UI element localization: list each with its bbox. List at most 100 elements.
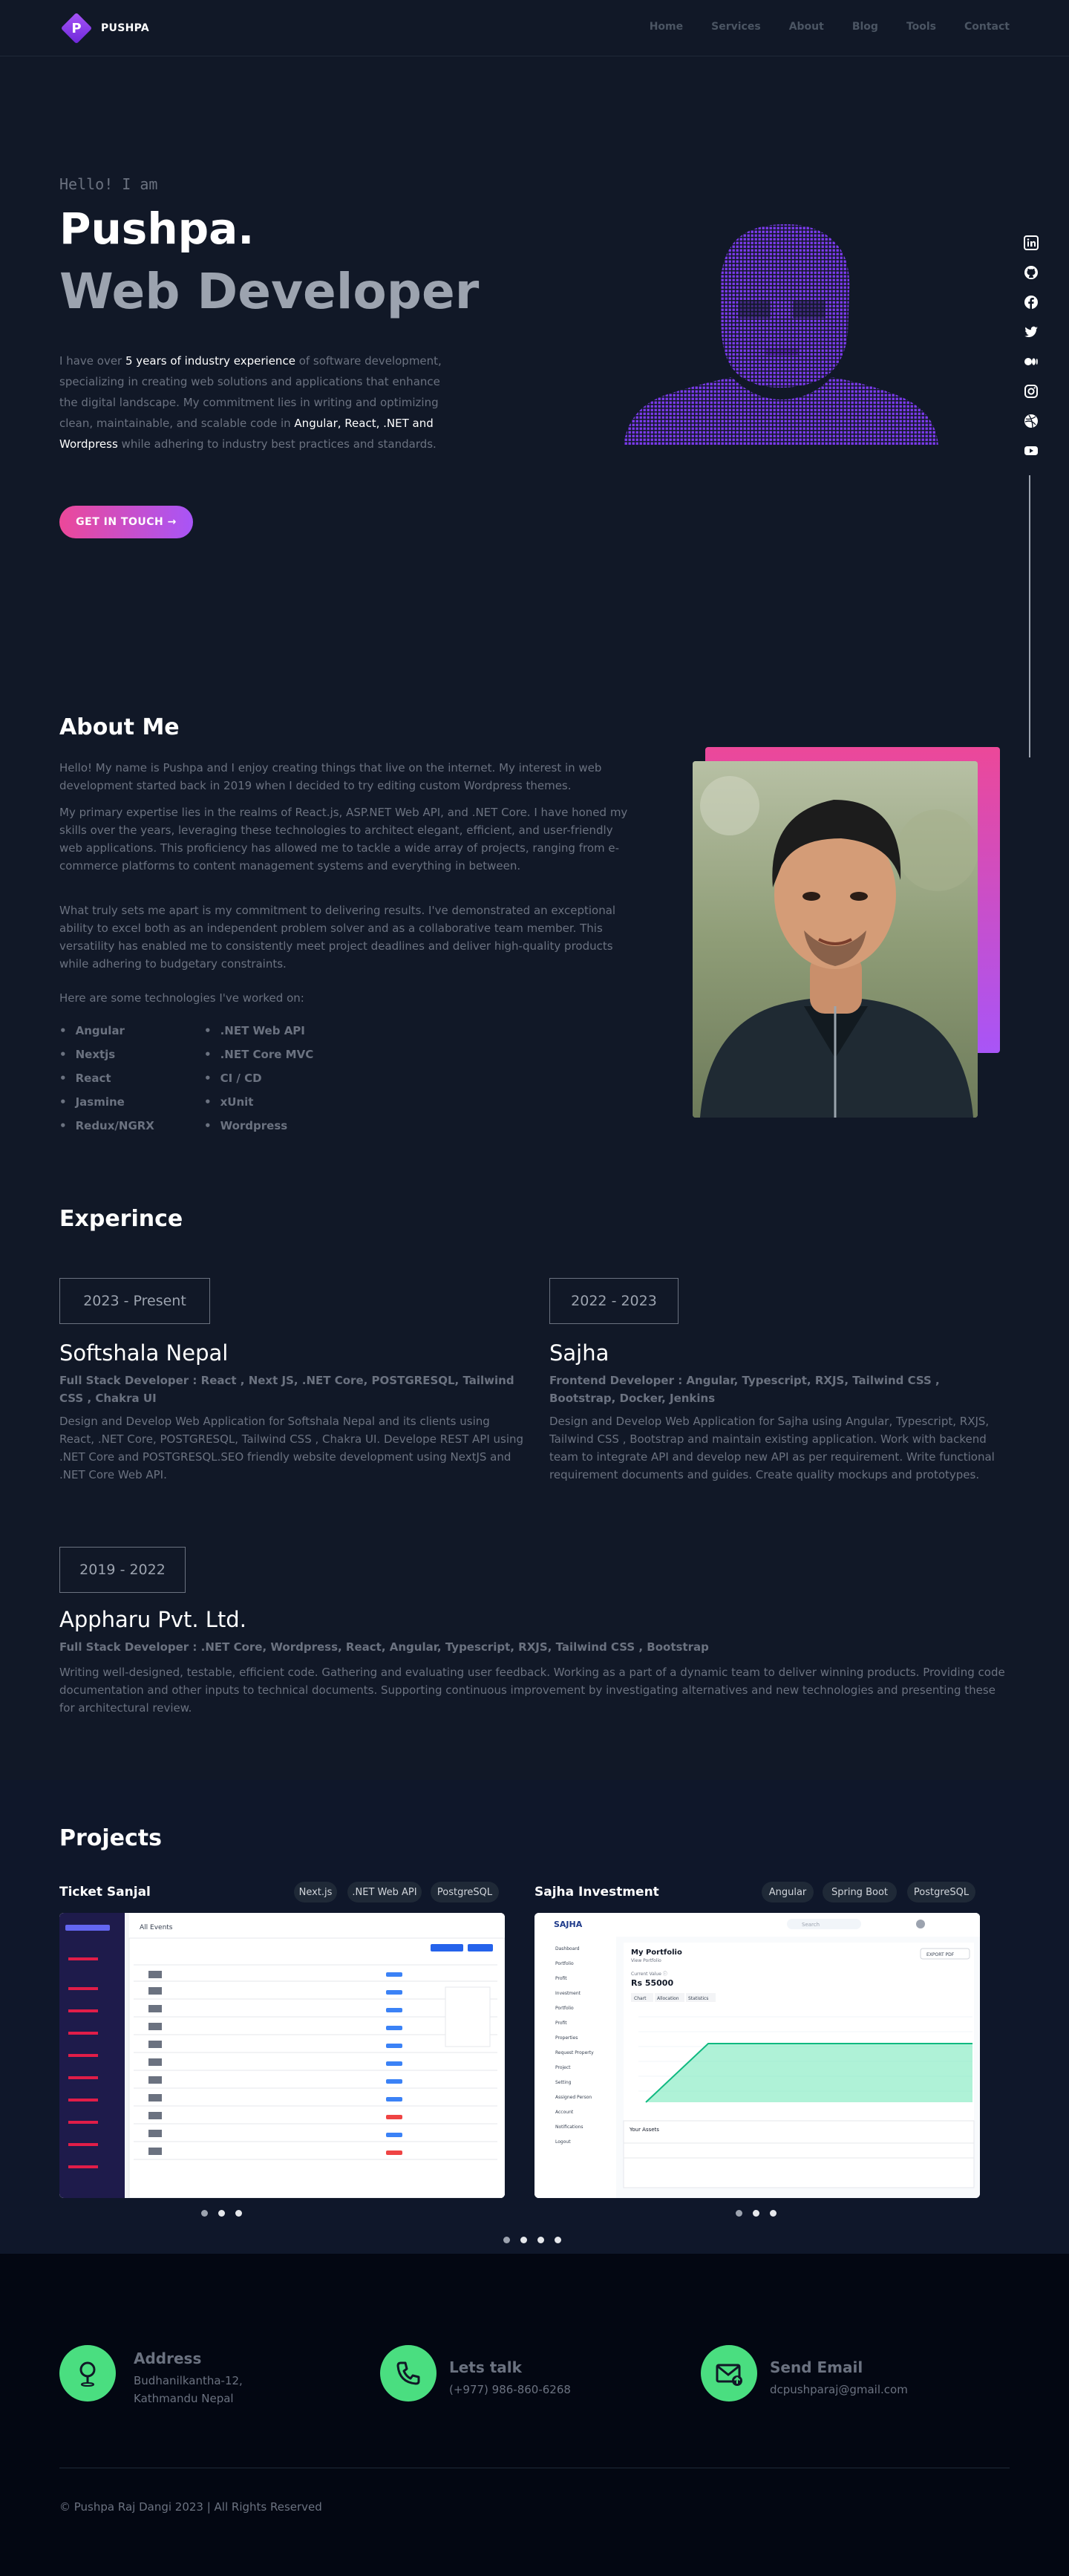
- company-role: Full Stack Developer : .NET Core, Wordpr…: [59, 1640, 709, 1654]
- carousel-dot[interactable]: [753, 2210, 759, 2217]
- shot-current-value: Rs 55000: [631, 1978, 673, 1988]
- list-item: Angular: [59, 1022, 204, 1040]
- admin-dashboard-image: All Events: [59, 1913, 505, 2198]
- nav-link-tools[interactable]: Tools: [906, 21, 936, 33]
- company-name: Softshala Nepal: [59, 1340, 229, 1366]
- shot-menu-item: Profit: [555, 1976, 567, 1981]
- shot-menu-item: Project: [555, 2065, 571, 2070]
- phone-icon: [380, 2345, 437, 2401]
- shot-menu-item: Profit: [555, 2021, 567, 2026]
- logo[interactable]: P PUSHPA: [59, 11, 149, 45]
- tech-tag: Spring Boot: [823, 1882, 897, 1902]
- linkedin-icon[interactable]: [1023, 235, 1039, 251]
- nav-link-services[interactable]: Services: [711, 21, 761, 33]
- company-description: Writing well-designed, testable, efficie…: [59, 1666, 1005, 1715]
- social-rail-line: [1029, 475, 1030, 757]
- carousel-dot[interactable]: [235, 2210, 242, 2217]
- footer-section: [0, 2254, 1069, 2576]
- list-item: .NET Core MVC: [204, 1046, 367, 1063]
- youtube-icon[interactable]: [1023, 443, 1039, 459]
- project-screenshot-sajha-investment[interactable]: SAJHA Search Dashboard Portfolio Profit …: [534, 1913, 980, 2198]
- hero-intro: I have over 5 years of industry experien…: [59, 350, 445, 454]
- intro-text: while adhering to industry best practice…: [117, 437, 437, 451]
- logo-text: PUSHPA: [101, 22, 150, 34]
- top-nav: P PUSHPA Home Services About Blog Tools …: [0, 0, 1069, 56]
- list-item: Wordpress: [204, 1117, 367, 1135]
- pagination-dot[interactable]: [537, 2237, 544, 2243]
- carousel-dot[interactable]: [736, 2210, 742, 2217]
- facebook-icon[interactable]: [1023, 294, 1039, 310]
- shot-heading: My Portfolio: [631, 1949, 682, 1957]
- list-item: Nextjs: [59, 1046, 204, 1063]
- shot-filter: Allocation: [657, 1996, 679, 2001]
- instagram-icon[interactable]: [1023, 383, 1039, 400]
- shot-menu-item: Investment: [555, 1991, 581, 1996]
- hero-greeting: Hello! I am: [59, 175, 158, 193]
- shot-menu-item: Properties: [555, 2035, 578, 2041]
- shot-filter: Statistics: [688, 1996, 708, 2001]
- nav-link-about[interactable]: About: [789, 21, 824, 33]
- projects-pagination-dots: [503, 2237, 561, 2243]
- pagination-dot[interactable]: [520, 2237, 527, 2243]
- nav-link-home[interactable]: Home: [650, 21, 683, 33]
- intro-highlight-experience: 5 years of industry experience: [125, 354, 295, 368]
- list-item: .NET Web API: [204, 1022, 367, 1040]
- about-paragraph-3: What truly sets me apart is my commitmen…: [59, 904, 616, 971]
- shot-menu-item: Portfolio: [555, 2006, 574, 2011]
- shot-brand: SAJHA: [554, 1920, 583, 1929]
- dribbble-icon[interactable]: [1023, 413, 1039, 429]
- about-title: About Me: [59, 714, 180, 740]
- profile-photo: [693, 761, 978, 1118]
- intro-text: I have over: [59, 354, 125, 368]
- company-name: Appharu Pvt. Ltd.: [59, 1607, 246, 1632]
- copyright-text: © Pushpa Raj Dangi 2023 | All Rights Res…: [59, 2500, 322, 2514]
- project-title[interactable]: Sajha Investment: [534, 1885, 659, 1900]
- carousel-dots: [736, 2210, 777, 2217]
- company-role: Frontend Developer : Angular, Typescript…: [549, 1374, 940, 1405]
- shot-menu-item: Portfolio: [555, 1961, 574, 1966]
- list-item: xUnit: [204, 1093, 367, 1111]
- github-icon[interactable]: [1023, 264, 1039, 281]
- hero-role: Web Developer: [59, 263, 480, 320]
- projects-title: Projects: [59, 1825, 163, 1851]
- email-address[interactable]: dcpushparaj@gmail.com: [770, 2381, 908, 2399]
- hero-name: Pushpa.: [59, 203, 255, 254]
- company-name: Sajha: [549, 1340, 609, 1366]
- project-title[interactable]: Ticket Sanjal: [59, 1885, 151, 1900]
- pagination-dot[interactable]: [555, 2237, 561, 2243]
- shot-current-value-label: Current Value ⓘ: [631, 1971, 667, 1977]
- nav-links: Home Services About Blog Tools Contact: [650, 21, 1010, 33]
- shot-menu-item: Dashboard: [555, 1946, 580, 1951]
- page: P PUSHPA Home Services About Blog Tools …: [0, 0, 1069, 2576]
- medium-icon[interactable]: [1023, 353, 1039, 370]
- tech-tag: PostgreSQL: [907, 1882, 975, 1902]
- year-badge: 2022 - 2023: [549, 1278, 679, 1324]
- tech-list: Angular .NET Web API Nextjs .NET Core MV…: [59, 1022, 367, 1135]
- carousel-dot[interactable]: [201, 2210, 208, 2217]
- twitter-icon[interactable]: [1023, 324, 1039, 340]
- send-email-title: Send Email: [770, 2358, 863, 2376]
- list-item: Jasmine: [59, 1093, 204, 1111]
- social-links: [1023, 235, 1039, 459]
- nav-link-contact[interactable]: Contact: [964, 21, 1010, 33]
- address-title: Address: [134, 2350, 202, 2367]
- phone-number[interactable]: (+977) 986-860-6268: [449, 2381, 571, 2399]
- tech-tag: .NET Web API: [347, 1882, 422, 1902]
- project-screenshot-ticket-sanjal[interactable]: All Events: [59, 1913, 505, 2198]
- shot-menu-item: Logout: [555, 2139, 571, 2145]
- carousel-dot[interactable]: [218, 2210, 225, 2217]
- ascii-portrait-image: [624, 224, 938, 446]
- pagination-dot[interactable]: [503, 2237, 510, 2243]
- logo-letter: P: [71, 20, 82, 36]
- shot-search: Search: [802, 1922, 820, 1928]
- tech-tag: PostgreSQL: [431, 1882, 499, 1902]
- nav-link-blog[interactable]: Blog: [852, 21, 878, 33]
- carousel-dot[interactable]: [770, 2210, 777, 2217]
- shot-menu-item: Account: [555, 2110, 574, 2115]
- about-tech-intro: Here are some technologies I've worked o…: [59, 991, 304, 1005]
- about-paragraph-2: My primary expertise lies in the realms …: [59, 806, 628, 873]
- list-item: CI / CD: [204, 1069, 367, 1087]
- shot-export: EXPORT PDF: [926, 1952, 955, 1957]
- get-in-touch-button[interactable]: GET IN TOUCH →: [59, 506, 193, 538]
- shot-menu-item: Setting: [555, 2080, 572, 2085]
